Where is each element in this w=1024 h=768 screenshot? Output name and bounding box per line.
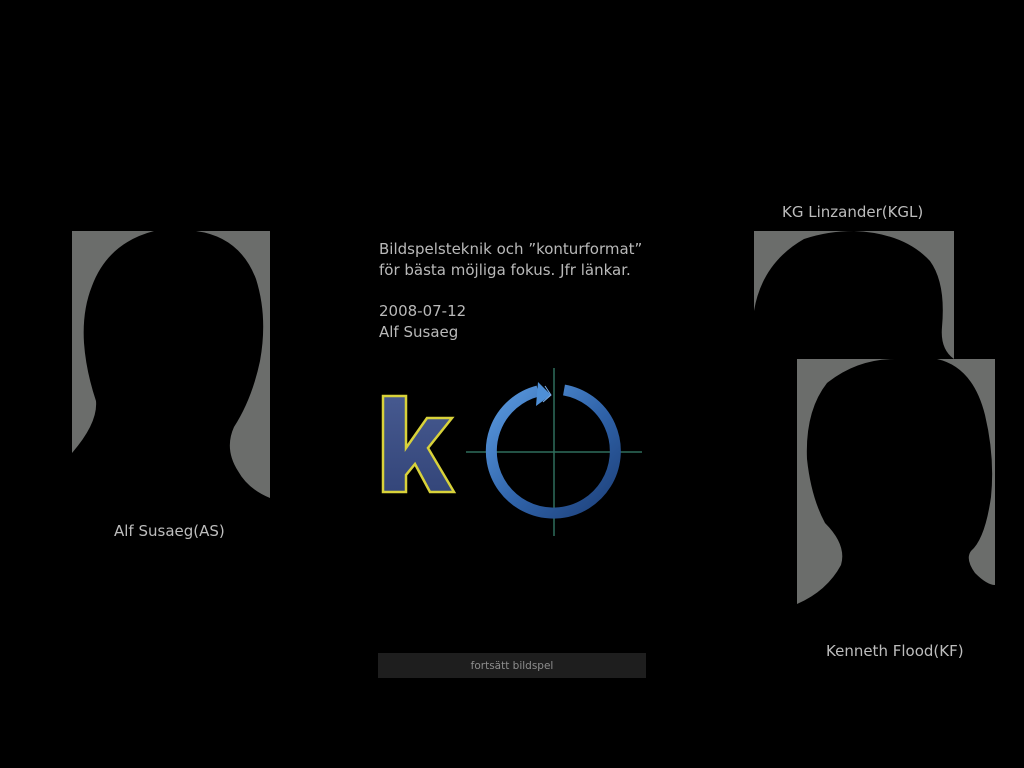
silhouette-image: [72, 231, 270, 498]
description-line-1: Bildspelsteknik och ”konturformat”: [379, 240, 643, 258]
ko-logo: [372, 362, 652, 546]
portrait-kenneth-flood[interactable]: [797, 359, 995, 633]
slideshow-info: Bildspelsteknik och ”konturformat” för b…: [379, 239, 642, 343]
person-name-bottom-right: Kenneth Flood(KF): [826, 642, 964, 660]
k-letter-icon: [381, 394, 457, 494]
date-text: 2008-07-12: [379, 302, 467, 320]
continue-slideshow-button[interactable]: fortsätt bildspel: [378, 653, 646, 678]
person-name-left: Alf Susaeg(AS): [114, 522, 225, 540]
person-name-top-right: KG Linzander(KGL): [782, 203, 924, 221]
description-line-2: för bästa möjliga fokus. Jfr länkar.: [379, 261, 631, 279]
silhouette-image: [797, 359, 995, 633]
author-text: Alf Susaeg: [379, 323, 459, 341]
continue-slideshow-label: fortsätt bildspel: [470, 659, 554, 672]
portrait-alf-susaeg[interactable]: [72, 231, 270, 498]
